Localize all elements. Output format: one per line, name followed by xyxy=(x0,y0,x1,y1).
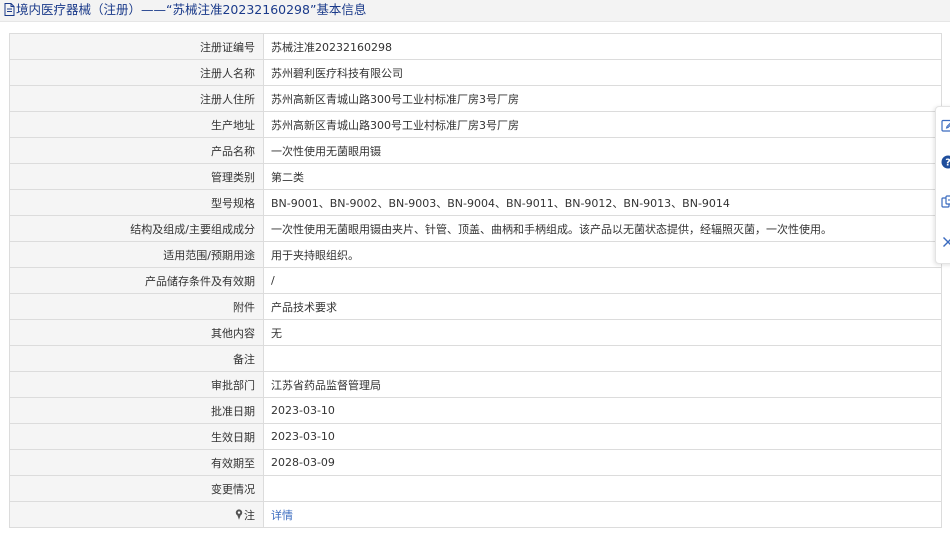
field-value: 苏械注准20232160298 xyxy=(263,33,942,60)
note-label: 注 xyxy=(244,508,255,522)
field-value: 苏州高新区青城山路300号工业村标准厂房3号厂房 xyxy=(263,85,942,112)
field-label: 注册人住所 xyxy=(9,85,264,112)
table-row: 其他内容无 xyxy=(9,319,942,346)
field-value: 2023-03-10 xyxy=(263,423,942,450)
help-icon[interactable]: ? xyxy=(941,155,950,169)
field-value: 用于夹持眼组织。 xyxy=(263,241,942,268)
table-row: 注册人住所 苏州高新区青城山路300号工业村标准厂房3号厂房 xyxy=(9,85,942,112)
page-title-text: 境内医疗器械（注册）——“苏械注准20232160298”基本信息 xyxy=(16,2,367,17)
table-row: 型号规格 BN-9001、BN-9002、BN-9003、BN-9004、BN-9… xyxy=(9,189,942,216)
table-row: 注册证编号 苏械注准20232160298 xyxy=(9,33,942,60)
note-value-cell: 详情 xyxy=(263,501,942,528)
table-row: 批准日期 2023-03-10 xyxy=(9,397,942,424)
table-row: 适用范围/预期用途 用于夹持眼组织。 xyxy=(9,241,942,268)
field-label: 产品储存条件及有效期 xyxy=(9,267,264,294)
field-label: 备注 xyxy=(9,345,264,372)
table-row: 变更情况 xyxy=(9,475,942,502)
pin-icon xyxy=(235,508,243,520)
field-value: 第二类 xyxy=(263,163,942,190)
field-value: 一次性使用无菌眼用镊 xyxy=(263,137,942,164)
field-label: 注册证编号 xyxy=(9,33,264,60)
field-value: / xyxy=(263,267,942,294)
field-label: 结构及组成/主要组成成分 xyxy=(9,215,264,242)
title-bar: 境内医疗器械（注册）——“苏械注准20232160298”基本信息 xyxy=(0,0,950,22)
table-row: 生效日期 2023-03-10 xyxy=(9,423,942,450)
field-label: 注册人名称 xyxy=(9,59,264,86)
field-value: 江苏省药品监督管理局 xyxy=(263,371,942,398)
table-row: 结构及组成/主要组成成分 一次性使用无菌眼用镊由夹片、针管、顶盖、曲柄和手柄组成。… xyxy=(9,215,942,242)
field-value xyxy=(263,475,942,502)
document-icon xyxy=(4,3,15,16)
note-row: 注 详情 xyxy=(9,501,942,528)
share-icon[interactable] xyxy=(941,195,950,209)
table-row: 备注 xyxy=(9,345,942,372)
field-label: 附件 xyxy=(9,293,264,320)
field-value: BN-9001、BN-9002、BN-9003、BN-9004、BN-9011、… xyxy=(263,189,942,216)
field-label: 管理类别 xyxy=(9,163,264,190)
field-label: 生效日期 xyxy=(9,423,264,450)
floating-toolbar: ? xyxy=(935,106,950,264)
field-value: 2028-03-09 xyxy=(263,449,942,476)
field-label: 生产地址 xyxy=(9,111,264,138)
field-value: 无 xyxy=(263,319,942,346)
field-label: 产品名称 xyxy=(9,137,264,164)
table-row: 注册人名称 苏州碧利医疗科技有限公司 xyxy=(9,59,942,86)
field-label: 型号规格 xyxy=(9,189,264,216)
field-value: 产品技术要求 xyxy=(263,293,942,320)
field-label: 其他内容 xyxy=(9,319,264,346)
field-label: 批准日期 xyxy=(9,397,264,424)
table-row: 管理类别 第二类 xyxy=(9,163,942,190)
field-value: 苏州碧利医疗科技有限公司 xyxy=(263,59,942,86)
detail-link[interactable]: 详情 xyxy=(271,509,293,522)
field-value: 一次性使用无菌眼用镊由夹片、针管、顶盖、曲柄和手柄组成。该产品以无菌状态提供，经… xyxy=(263,215,942,242)
table-row: 附件 产品技术要求 xyxy=(9,293,942,320)
field-label: 适用范围/预期用途 xyxy=(9,241,264,268)
edit-icon[interactable] xyxy=(941,118,950,132)
table-row: 产品名称 一次性使用无菌眼用镊 xyxy=(9,137,942,164)
close-icon[interactable] xyxy=(941,235,950,249)
field-label: 审批部门 xyxy=(9,371,264,398)
field-value: 苏州高新区青城山路300号工业村标准厂房3号厂房 xyxy=(263,111,942,138)
page-title: 境内医疗器械（注册）——“苏械注准20232160298”基本信息 xyxy=(4,1,366,19)
field-label: 有效期至 xyxy=(9,449,264,476)
field-value xyxy=(263,345,942,372)
field-label: 变更情况 xyxy=(9,475,264,502)
note-label-cell: 注 xyxy=(9,501,264,528)
field-value: 2023-03-10 xyxy=(263,397,942,424)
table-row: 生产地址 苏州高新区青城山路300号工业村标准厂房3号厂房 xyxy=(9,111,942,138)
table-row: 产品储存条件及有效期 / xyxy=(9,267,942,294)
table-row: 有效期至 2028-03-09 xyxy=(9,449,942,476)
svg-text:?: ? xyxy=(945,158,950,169)
info-table: 注册证编号 苏械注准20232160298 注册人名称 苏州碧利医疗科技有限公司 注… xyxy=(9,33,942,528)
table-row: 审批部门 江苏省药品监督管理局 xyxy=(9,371,942,398)
